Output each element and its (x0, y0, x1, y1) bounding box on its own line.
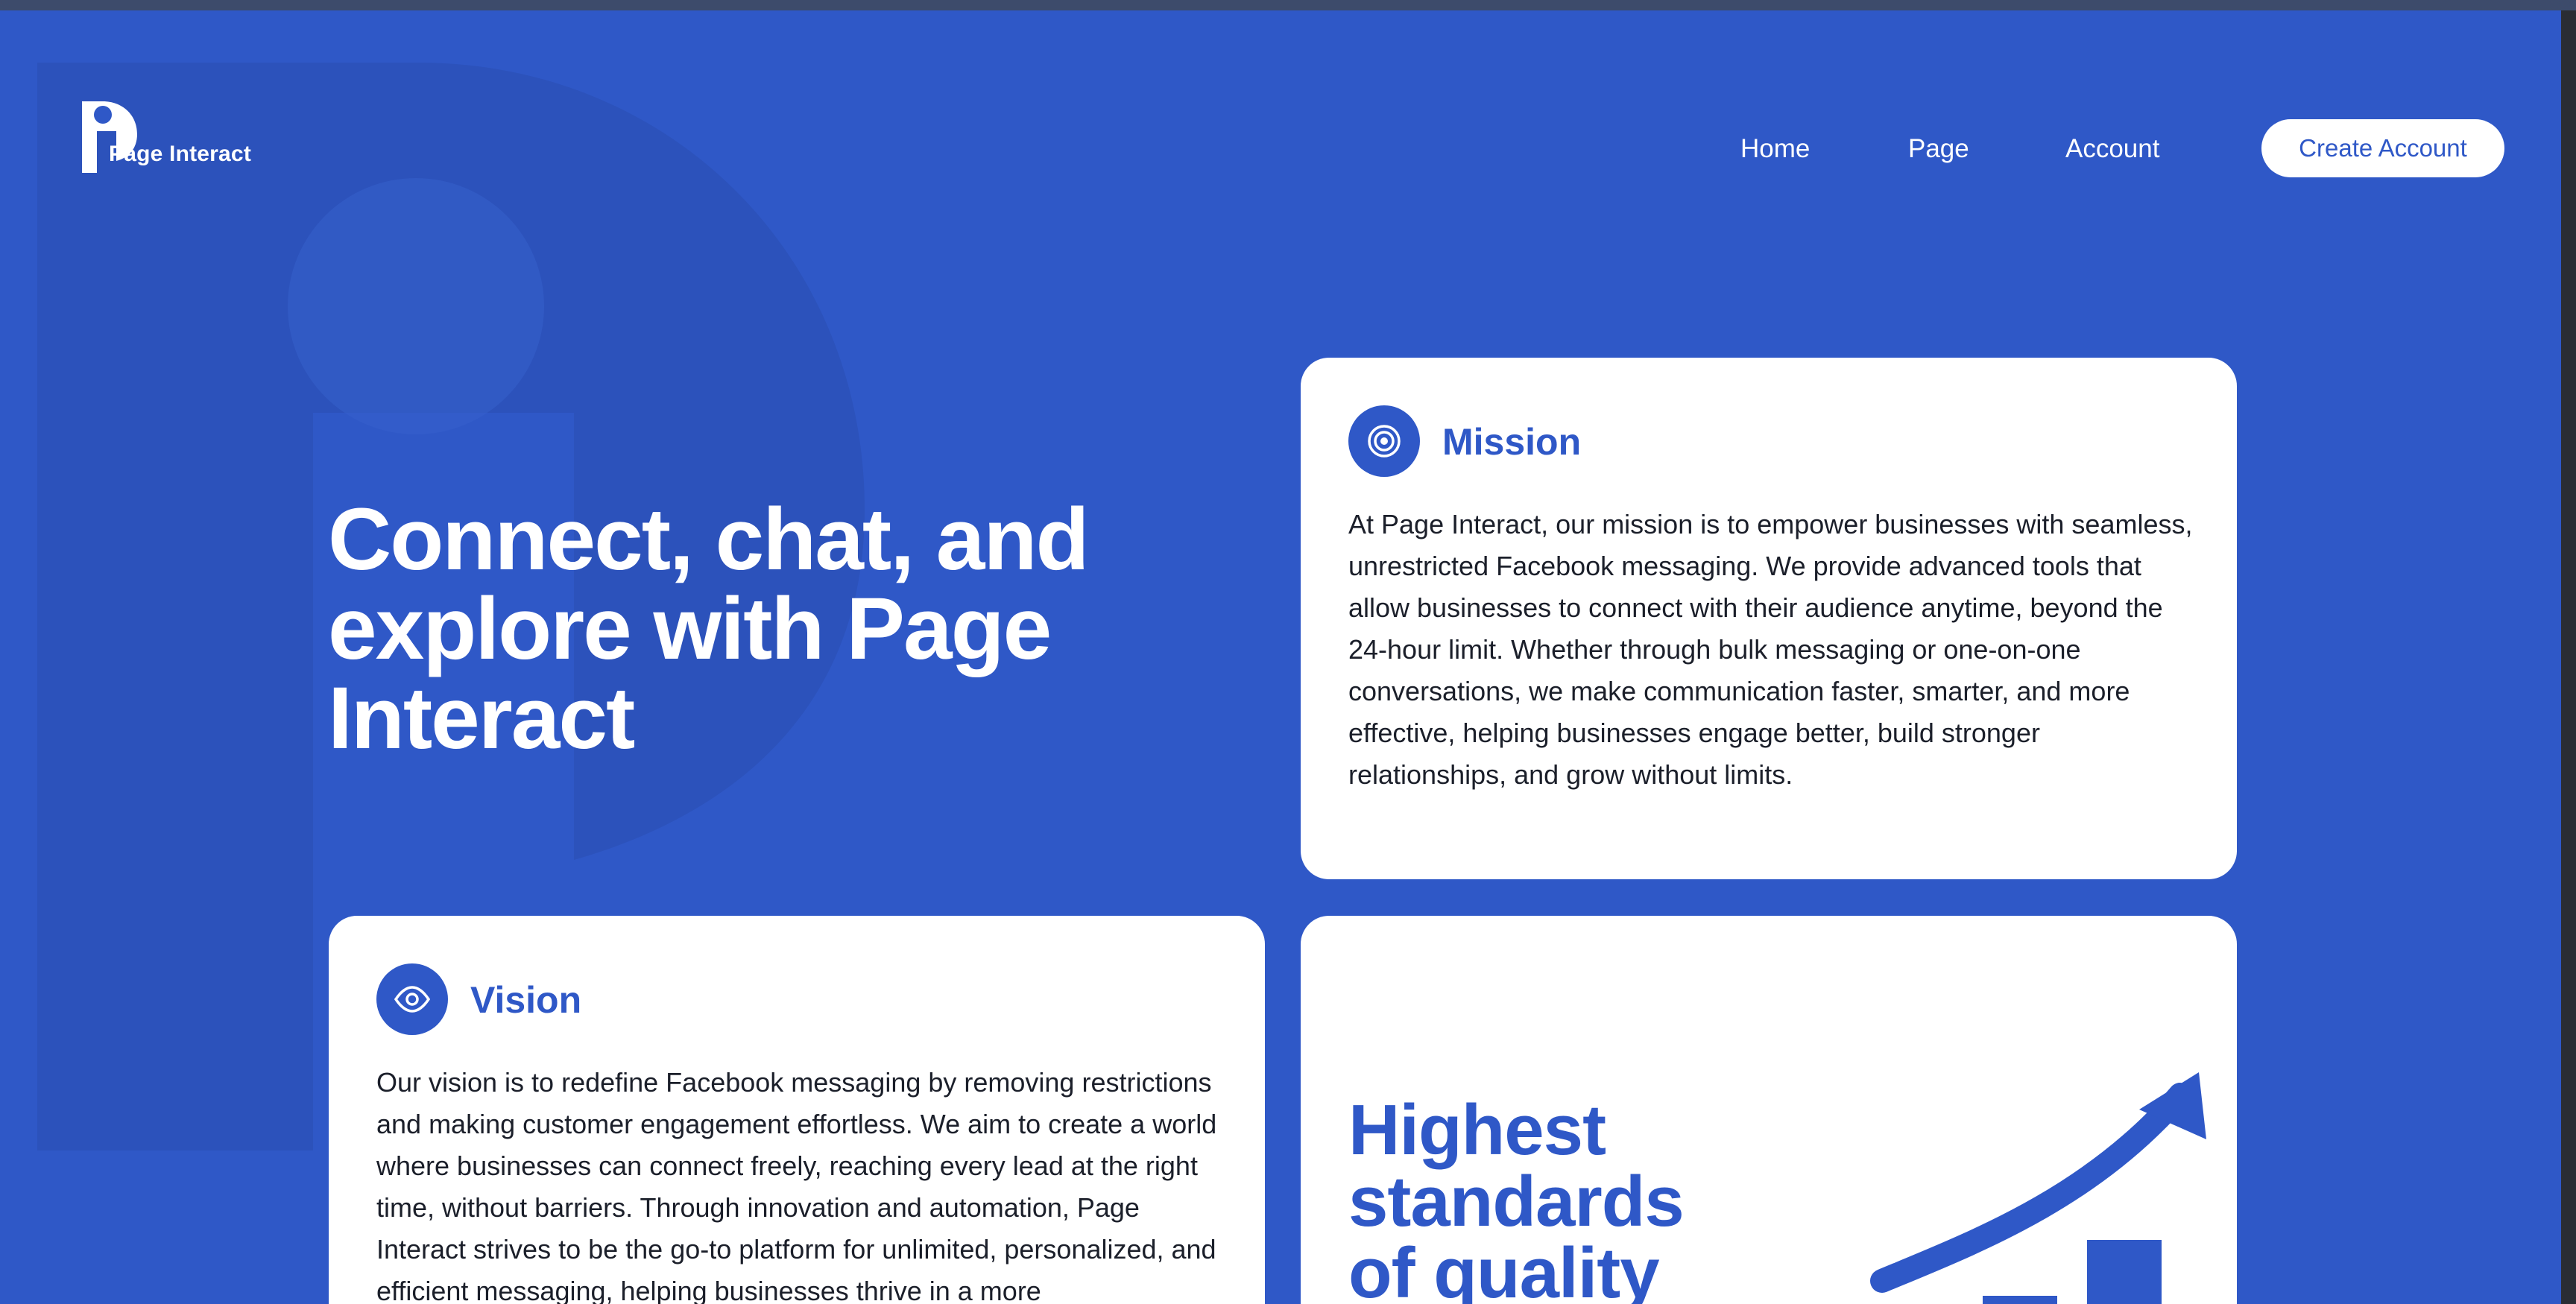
quality-title: Highest standards of quality (1348, 1090, 1685, 1304)
brand-logo-icon[interactable] (80, 92, 274, 182)
landing-page: Page Interact Home Page Account Create A… (0, 10, 2561, 1304)
brand-name[interactable]: Page Interact (109, 142, 251, 167)
vision-body: Our vision is to redefine Facebook messa… (376, 1067, 1217, 1304)
vision-heading: Vision (470, 979, 582, 1021)
window-right-edge (2561, 10, 2576, 1304)
nav-page-link[interactable]: Page (1908, 134, 1969, 164)
create-account-button[interactable]: Create Account (2261, 119, 2504, 177)
eye-icon (376, 963, 448, 1035)
hero-title: Connect, chat, and explore with Page Int… (328, 490, 1090, 767)
mission-card: Mission At Page Interact, our mission is… (1301, 358, 2237, 879)
growth-chart-icon (1870, 1072, 2206, 1304)
nav-home-link[interactable]: Home (1740, 134, 1810, 164)
browser-top-strip (0, 0, 2576, 10)
mission-body: At Page Interact, our mission is to empo… (1348, 509, 2193, 790)
vision-card: Vision Our vision is to redefine Faceboo… (329, 916, 1265, 1304)
quality-card: Highest standards of quality (1301, 916, 2237, 1304)
nav-account-link[interactable]: Account (2065, 134, 2159, 164)
mission-heading: Mission (1442, 421, 1582, 463)
target-icon (1348, 405, 1420, 477)
